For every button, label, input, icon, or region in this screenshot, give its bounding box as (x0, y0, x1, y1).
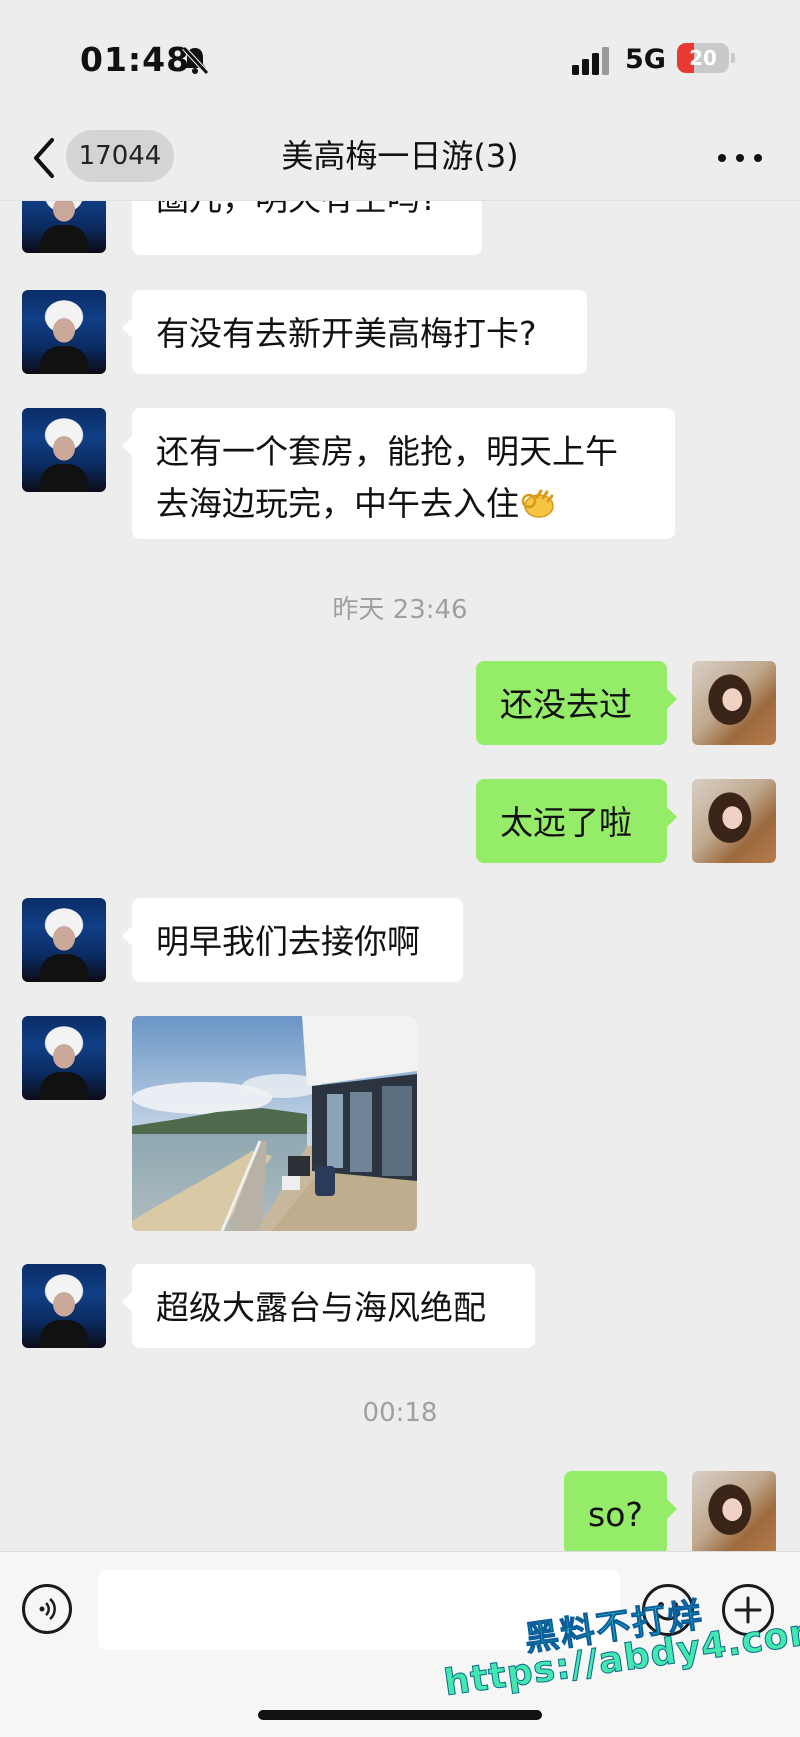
message-text: 太远了啦 (500, 803, 632, 842)
message-bubble[interactable]: 还没去过 (476, 661, 677, 745)
emoji-icon[interactable] (642, 1584, 694, 1636)
avatar[interactable] (22, 1264, 106, 1348)
chat-title: 美高梅一日游(3) (281, 137, 519, 175)
message-text: 有没有去新开美高梅打卡? (156, 314, 537, 353)
more-icon[interactable] (716, 144, 766, 172)
message-text: 超级大露台与海风绝配 (156, 1288, 486, 1327)
message-bubble[interactable]: 明早我们去接你啊 (122, 898, 463, 982)
chat-header: 17044 美高梅一日游(3) (0, 120, 800, 201)
message-bubble[interactable]: 圈儿，明天有空吗? (122, 201, 482, 255)
message-bubble[interactable]: 有没有去新开美高梅打卡? (122, 290, 587, 374)
status-time: 01:48 (80, 40, 191, 79)
avatar[interactable] (22, 290, 106, 374)
photo-illustration (132, 1016, 417, 1231)
chat-input-bar (0, 1551, 800, 1737)
bell-off-icon (182, 46, 209, 75)
self-avatar[interactable] (692, 779, 776, 863)
message-timestamp: 昨天 23:46 (332, 595, 468, 625)
back-chevron-icon[interactable] (30, 136, 58, 180)
message-text-line: 去海边玩完，中午去入住 (156, 478, 651, 530)
home-indicator[interactable] (258, 1710, 542, 1720)
network-type: 5G (625, 44, 666, 75)
avatar[interactable] (22, 408, 106, 492)
battery-level: 20 (689, 46, 717, 70)
message-bubble[interactable]: 还有一个套房，能抢，明天上午 去海边玩完，中午去入住 (122, 408, 675, 539)
message-timestamp: 00:18 (362, 1398, 438, 1428)
unread-count-badge[interactable]: 17044 (66, 130, 174, 182)
message-bubble[interactable]: so? (564, 1471, 677, 1551)
message-text: 还没去过 (500, 685, 632, 724)
battery-cap (731, 53, 735, 63)
battery-icon: 20 (677, 43, 729, 73)
message-text: so? (588, 1495, 643, 1534)
message-text: 圈儿，明天有空吗? (156, 201, 438, 218)
message-bubble[interactable]: 超级大露台与海风绝配 (122, 1264, 535, 1348)
self-avatar[interactable] (692, 661, 776, 745)
plus-icon[interactable] (722, 1584, 774, 1636)
message-list[interactable]: 圈儿，明天有空吗? 有没有去新开美高梅打卡? 还有一个套房，能抢，明天上午 去海… (0, 201, 800, 1551)
self-avatar[interactable] (692, 1471, 776, 1551)
message-bubble[interactable]: 太远了啦 (476, 779, 677, 863)
avatar[interactable] (22, 898, 106, 982)
status-bar: 01:48 5G 20 (0, 0, 800, 120)
seaside-balcony-photo[interactable] (132, 1016, 417, 1231)
message-text-line: 还有一个套房，能抢，明天上午 (156, 432, 618, 471)
message-input[interactable] (98, 1570, 620, 1650)
ok-hand-emoji (521, 489, 554, 518)
avatar[interactable] (22, 1016, 106, 1100)
message-text: 明早我们去接你啊 (156, 922, 420, 961)
signal-icon (572, 47, 609, 75)
voice-icon[interactable] (22, 1584, 72, 1634)
avatar[interactable] (22, 201, 106, 253)
